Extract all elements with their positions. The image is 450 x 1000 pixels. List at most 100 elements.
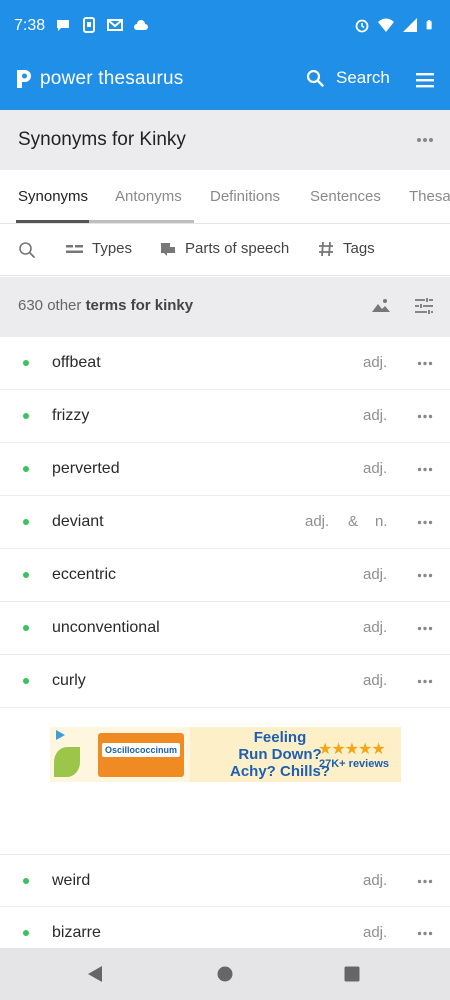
sim-phone-icon [83, 17, 95, 33]
power-thesaurus-logo-icon [17, 70, 31, 88]
more-options-icon[interactable] [416, 137, 434, 143]
tab-thesaurus[interactable]: Thesa [409, 188, 450, 205]
parts-of-speech-icon [161, 242, 175, 256]
cloud-icon [134, 20, 148, 30]
rating-dot [23, 678, 29, 684]
alarm-icon [355, 19, 369, 33]
tab-definitions[interactable]: Definitions [210, 188, 280, 205]
row-more-icon[interactable] [417, 361, 433, 366]
list-item[interactable]: perverted adj. [0, 443, 450, 496]
row-more-icon[interactable] [417, 467, 433, 472]
tags-filter[interactable]: Tags [318, 240, 375, 257]
rating-dot [23, 413, 29, 419]
list-item[interactable]: weird adj. [0, 854, 450, 907]
list-item[interactable]: deviant adj. & n. [0, 496, 450, 549]
rating-dot [23, 466, 29, 472]
parts-of-speech-filter[interactable]: Parts of speech [160, 240, 289, 257]
list-item[interactable]: eccentric adj. [0, 549, 450, 602]
rating-dot [23, 360, 29, 366]
tags-label: Tags [343, 240, 375, 257]
synonym-word[interactable]: bizarre [52, 924, 101, 942]
list-item[interactable]: unconventional adj. [0, 602, 450, 655]
home-icon[interactable] [217, 966, 233, 982]
row-more-icon[interactable] [417, 931, 433, 936]
brand-logo[interactable]: power thesaurus [16, 68, 183, 90]
back-icon[interactable] [87, 965, 103, 983]
search-icon [306, 69, 324, 87]
filter-search-icon[interactable] [18, 241, 36, 259]
image-view-icon[interactable] [371, 297, 391, 315]
part-of-speech-2: n. [375, 513, 388, 530]
rating-dot [23, 930, 29, 936]
part-of-speech: adj. [363, 619, 388, 636]
part-of-speech: adj. [363, 872, 388, 889]
recents-icon[interactable] [344, 966, 360, 982]
status-bar: 7:38 [0, 0, 450, 54]
part-of-speech: adj. [363, 672, 388, 689]
part-of-speech: adj. [363, 354, 388, 371]
summary-terms: terms for kinky [85, 297, 194, 314]
tab-scroll-indicator [89, 220, 194, 223]
types-filter[interactable]: Types [66, 240, 132, 257]
rating-dot [23, 572, 29, 578]
status-time: 7:38 [14, 17, 46, 34]
part-of-speech: adj. [363, 924, 388, 941]
tab-bar: Synonyms Antonyms Definitions Sentences … [0, 170, 450, 224]
system-nav-bar [0, 948, 450, 1000]
ad-choices-icon[interactable] [54, 729, 66, 741]
parts-of-speech-label: Parts of speech [185, 240, 290, 257]
synonym-word[interactable]: weird [52, 872, 90, 890]
filter-row: Types Parts of speech Tags [0, 224, 450, 276]
synonym-word[interactable]: eccentric [52, 566, 116, 584]
app-bar: power thesaurus Search [0, 54, 450, 110]
summary-count: 630 other [18, 297, 86, 314]
gmail-icon [107, 19, 123, 31]
results-summary: 630 other terms for kinky [0, 277, 450, 337]
brand-name: power thesaurus [40, 68, 184, 89]
tab-synonyms[interactable]: Synonyms [18, 188, 88, 205]
rating-dot [23, 878, 29, 884]
page-title: Synonyms for Kinky [18, 129, 186, 150]
row-more-icon[interactable] [417, 679, 433, 684]
ad-stars: ★★★★★ [318, 741, 386, 758]
part-of-speech: adj. [363, 407, 388, 424]
synonym-word[interactable]: frizzy [52, 407, 89, 425]
row-more-icon[interactable] [417, 879, 433, 884]
ad-banner[interactable]: Oscillococcinum Feeling Run Down? Achy? … [50, 727, 401, 782]
hashtag-icon [319, 241, 333, 256]
hamburger-menu-icon[interactable] [416, 72, 434, 88]
active-tab-indicator [16, 220, 89, 223]
list-item[interactable]: offbeat adj. [0, 337, 450, 390]
signal-icon [403, 18, 417, 32]
tab-antonyms[interactable]: Antonyms [115, 188, 182, 205]
wifi-icon [378, 18, 394, 32]
list-item[interactable]: frizzy adj. [0, 390, 450, 443]
ad-reviews: 27K+ reviews [319, 758, 390, 770]
part-of-speech: adj. [363, 566, 388, 583]
search-button[interactable]: Search [306, 68, 390, 88]
summary-text: 630 other terms for kinky [18, 297, 193, 314]
ad-brand: Oscillococcinum [102, 743, 180, 757]
tab-sentences[interactable]: Sentences [310, 188, 381, 205]
synonym-word[interactable]: unconventional [52, 619, 160, 637]
synonym-word[interactable]: deviant [52, 513, 104, 531]
part-of-speech: adj. [363, 460, 388, 477]
row-more-icon[interactable] [417, 520, 433, 525]
search-label: Search [336, 68, 390, 87]
part-of-speech: adj. [305, 513, 330, 530]
synonym-word[interactable]: curly [52, 672, 86, 690]
title-section: Synonyms for Kinky [0, 110, 450, 170]
sort-options-icon[interactable] [414, 297, 434, 315]
row-more-icon[interactable] [417, 414, 433, 419]
leaf-graphic [54, 747, 80, 777]
row-more-icon[interactable] [417, 573, 433, 578]
row-more-icon[interactable] [417, 626, 433, 631]
chat-bubble-icon [57, 20, 69, 31]
synonym-word[interactable]: perverted [52, 460, 120, 478]
synonym-word[interactable]: offbeat [52, 354, 101, 372]
battery-icon [426, 20, 432, 30]
rating-dot [23, 625, 29, 631]
types-label: Types [92, 240, 133, 257]
rating-dot [23, 519, 29, 525]
list-item[interactable]: curly adj. [0, 655, 450, 708]
